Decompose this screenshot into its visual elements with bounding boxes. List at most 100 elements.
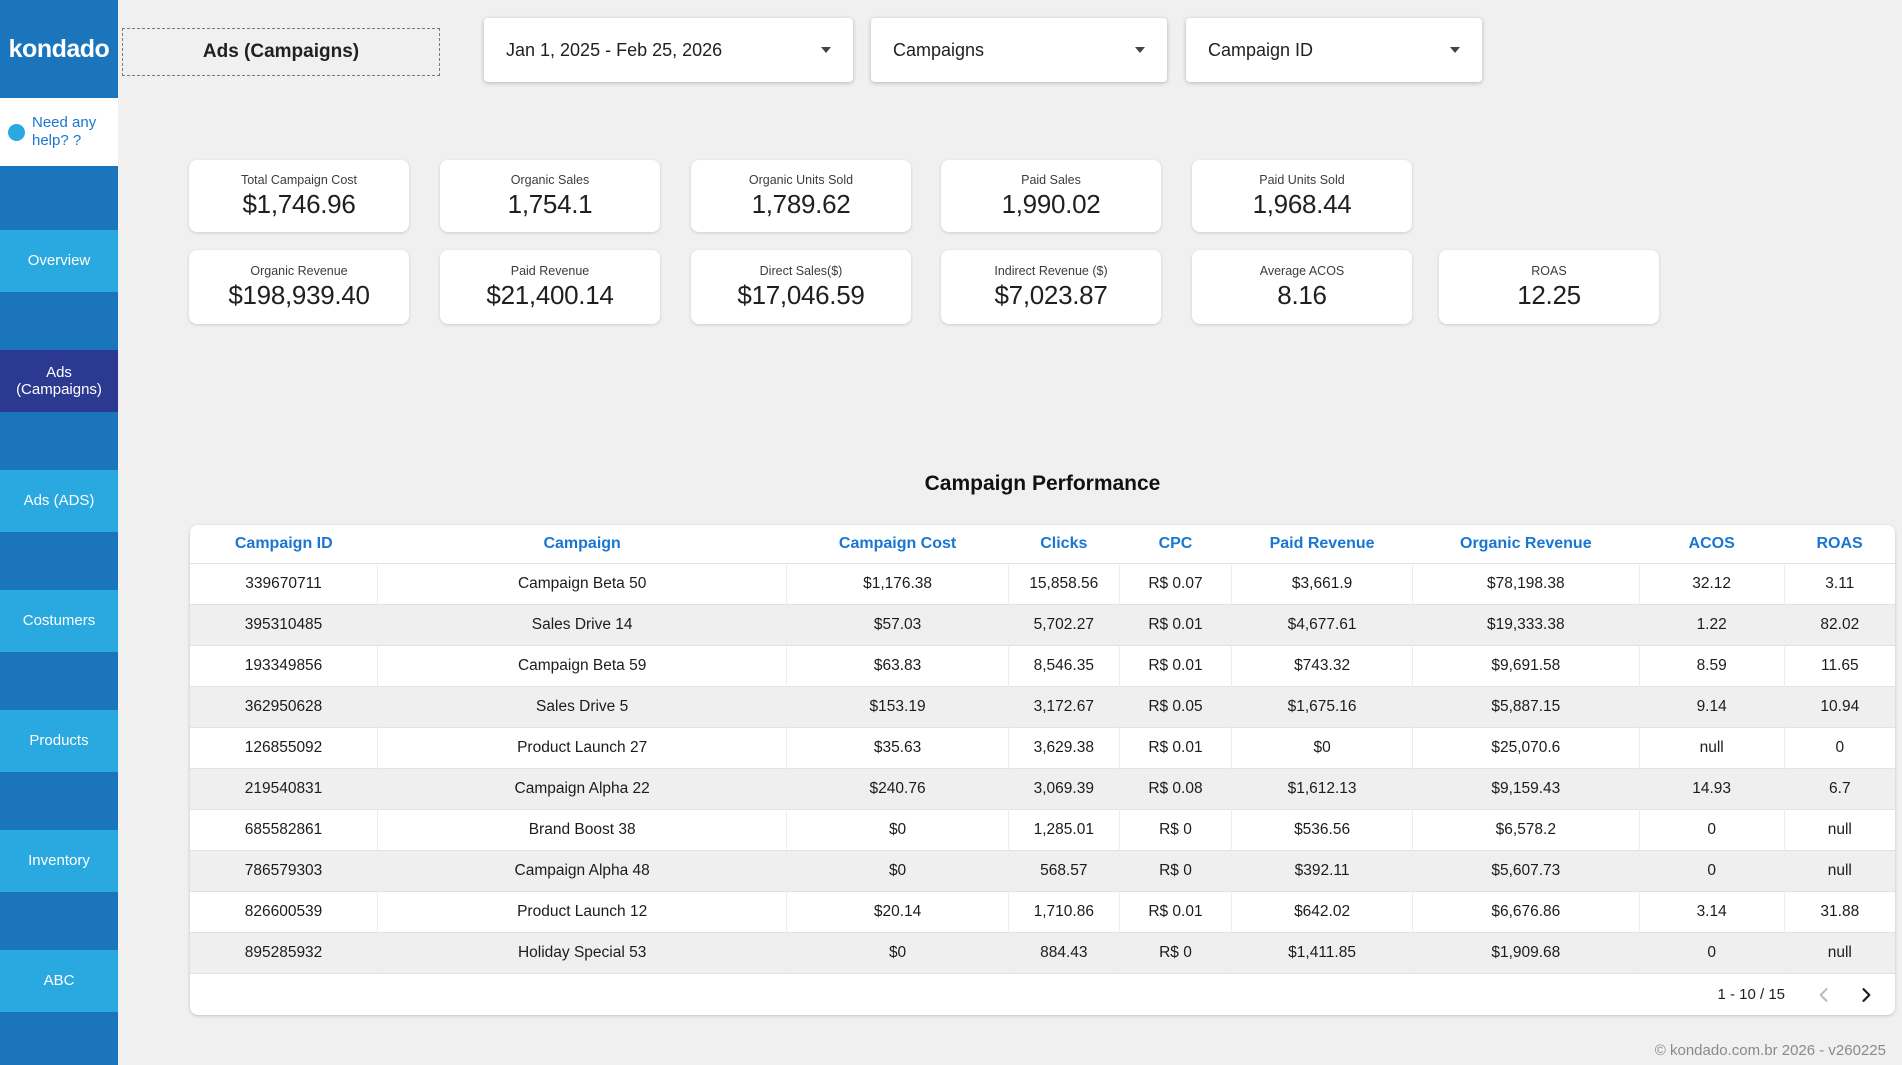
kpi-label: Paid Sales [1021, 173, 1081, 187]
table-cell: $5,607.73 [1412, 850, 1639, 891]
chevron-down-icon [1450, 47, 1460, 53]
kpi-organic-revenue: Organic Revenue $198,939.40 [189, 250, 409, 324]
sidebar-item-costumers[interactable]: Costumers [0, 590, 118, 652]
kpi-direct-sales: Direct Sales($) $17,046.59 [691, 250, 911, 324]
sidebar-item-label: Costumers [23, 612, 96, 629]
table-cell: R$ 0.01 [1119, 891, 1232, 932]
table-cell: 6.7 [1784, 768, 1895, 809]
kpi-average-acos: Average ACOS 8.16 [1192, 250, 1412, 324]
table-cell: $0 [787, 932, 1009, 973]
date-range-dropdown[interactable]: Jan 1, 2025 - Feb 25, 2026 [484, 18, 853, 82]
date-range-value: Jan 1, 2025 - Feb 25, 2026 [506, 40, 722, 61]
campaign-id-filter-dropdown[interactable]: Campaign ID [1186, 18, 1482, 82]
table-cell: Product Launch 27 [378, 727, 787, 768]
sidebar-item-ads-campaigns[interactable]: Ads (Campaigns) [0, 350, 118, 412]
sidebar-item-overview[interactable]: Overview [0, 230, 118, 292]
table-title: Campaign Performance [190, 472, 1895, 496]
table-cell: Sales Drive 14 [378, 604, 787, 645]
kpi-indirect-revenue: Indirect Revenue ($) $7,023.87 [941, 250, 1161, 324]
table-cell: 0 [1639, 850, 1784, 891]
column-header-campaign-cost[interactable]: Campaign Cost [787, 525, 1009, 563]
table-cell: 3,069.39 [1008, 768, 1119, 809]
table-cell: 3.11 [1784, 563, 1895, 604]
column-header-organic-revenue[interactable]: Organic Revenue [1412, 525, 1639, 563]
chevron-right-icon[interactable] [1849, 978, 1883, 1012]
table-cell: 0 [1639, 809, 1784, 850]
table-cell: R$ 0.01 [1119, 727, 1232, 768]
kpi-value: 1,789.62 [752, 189, 851, 220]
campaigns-filter-dropdown[interactable]: Campaigns [871, 18, 1167, 82]
column-header-campaign-id[interactable]: Campaign ID [190, 525, 378, 563]
column-header-clicks[interactable]: Clicks [1008, 525, 1119, 563]
kondado-logo: kondado [0, 0, 118, 98]
table-cell: 11.65 [1784, 645, 1895, 686]
kpi-label: ROAS [1531, 264, 1566, 278]
table-cell: Campaign Alpha 22 [378, 768, 787, 809]
column-header-roas[interactable]: ROAS [1784, 525, 1895, 563]
sidebar-item-label: Products [29, 732, 88, 749]
column-header-acos[interactable]: ACOS [1639, 525, 1784, 563]
copyright-text: © kondado.com.br 2026 - v260225 [1655, 1042, 1886, 1059]
page-title-text: Ads (Campaigns) [203, 41, 359, 63]
table-cell: 1,285.01 [1008, 809, 1119, 850]
table-cell: 8,546.35 [1008, 645, 1119, 686]
table-cell: $9,159.43 [1412, 768, 1639, 809]
table-cell: $6,676.86 [1412, 891, 1639, 932]
table-cell: null [1784, 809, 1895, 850]
table-cell: Brand Boost 38 [378, 809, 787, 850]
table-cell: 31.88 [1784, 891, 1895, 932]
table-cell: R$ 0 [1119, 850, 1232, 891]
sidebar-item-products[interactable]: Products [0, 710, 118, 772]
table-cell: Holiday Special 53 [378, 932, 787, 973]
kpi-label: Paid Units Sold [1259, 173, 1344, 187]
table-cell: $0 [787, 850, 1009, 891]
column-header-paid-revenue[interactable]: Paid Revenue [1232, 525, 1413, 563]
table-cell: 362950628 [190, 686, 378, 727]
sidebar-item-ads-ads[interactable]: Ads (ADS) [0, 470, 118, 532]
table-cell: $240.76 [787, 768, 1009, 809]
chevron-left-icon[interactable] [1807, 978, 1841, 1012]
table-cell: 9.14 [1639, 686, 1784, 727]
table-cell: $9,691.58 [1412, 645, 1639, 686]
table-cell: 1.22 [1639, 604, 1784, 645]
sidebar-item-inventory[interactable]: Inventory [0, 830, 118, 892]
pagination-range-label: 1 - 10 / 15 [1717, 986, 1785, 1003]
table-row: 685582861Brand Boost 38$01,285.01R$ 0$53… [190, 809, 1895, 850]
need-help-link[interactable]: Need any help? ? [0, 98, 118, 166]
table-row: 339670711Campaign Beta 50$1,176.3815,858… [190, 563, 1895, 604]
table-cell: 895285932 [190, 932, 378, 973]
table-cell: 10.94 [1784, 686, 1895, 727]
table-cell: $20.14 [787, 891, 1009, 932]
logo-text: kondado [9, 35, 110, 64]
table-row: 219540831Campaign Alpha 22$240.763,069.3… [190, 768, 1895, 809]
chevron-down-icon [821, 47, 831, 53]
table-cell: 3.14 [1639, 891, 1784, 932]
table-cell: Campaign Beta 50 [378, 563, 787, 604]
kpi-value: $1,746.96 [243, 189, 356, 220]
kpi-value: $198,939.40 [228, 280, 369, 311]
table-cell: 1,710.86 [1008, 891, 1119, 932]
column-header-campaign[interactable]: Campaign [378, 525, 787, 563]
kpi-label: Organic Revenue [250, 264, 347, 278]
table-cell: R$ 0.01 [1119, 604, 1232, 645]
campaigns-filter-value: Campaigns [893, 40, 984, 61]
table-cell: 193349856 [190, 645, 378, 686]
table-row: 826600539Product Launch 12$20.141,710.86… [190, 891, 1895, 932]
table-cell: $35.63 [787, 727, 1009, 768]
column-header-cpc[interactable]: CPC [1119, 525, 1232, 563]
table-cell: $1,909.68 [1412, 932, 1639, 973]
kpi-value: 1,754.1 [508, 189, 593, 220]
kpi-value: $7,023.87 [995, 280, 1108, 311]
table-cell: 32.12 [1639, 563, 1784, 604]
table-cell: 826600539 [190, 891, 378, 932]
kpi-paid-sales: Paid Sales 1,990.02 [941, 160, 1161, 232]
table-cell: R$ 0.07 [1119, 563, 1232, 604]
table-cell: 5,702.27 [1008, 604, 1119, 645]
sidebar-item-abc[interactable]: ABC [0, 950, 118, 1012]
table-cell: $25,070.6 [1412, 727, 1639, 768]
table-cell: $642.02 [1232, 891, 1413, 932]
kpi-paid-revenue: Paid Revenue $21,400.14 [440, 250, 660, 324]
kpi-label: Organic Sales [511, 173, 590, 187]
kpi-total-campaign-cost: Total Campaign Cost $1,746.96 [189, 160, 409, 232]
page-title: Ads (Campaigns) [122, 28, 440, 76]
